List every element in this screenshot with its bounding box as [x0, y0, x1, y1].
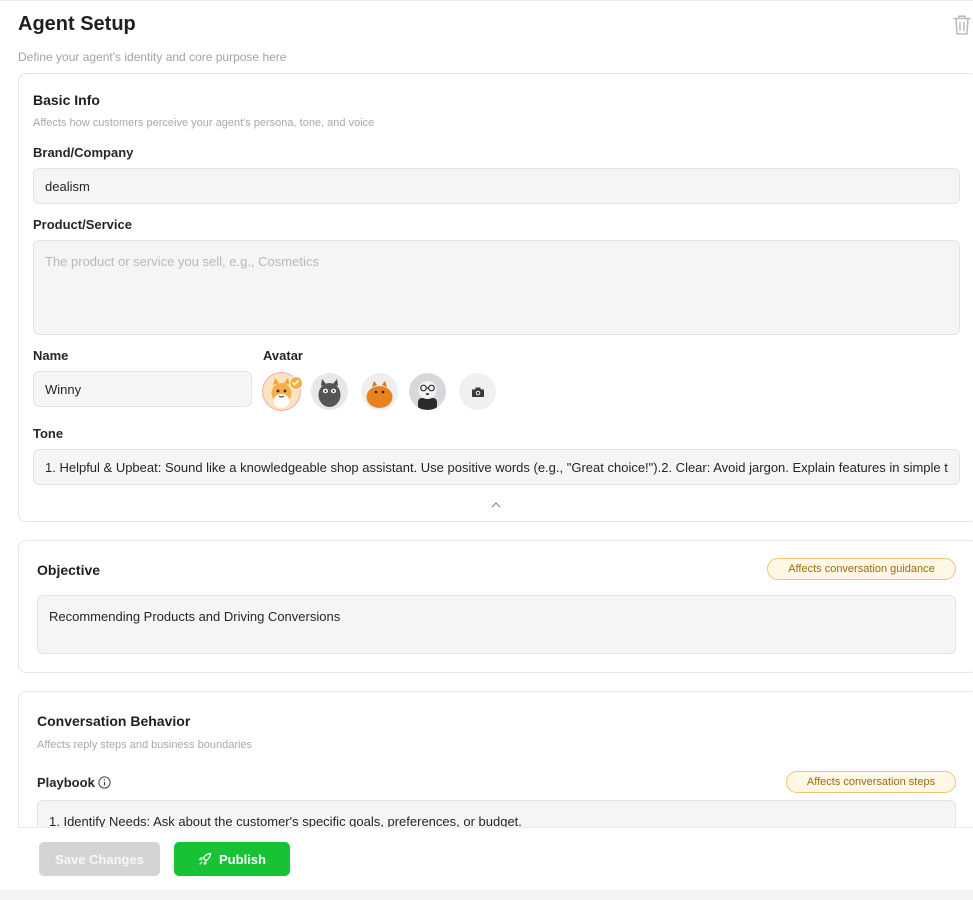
avatar-glasses-icon[interactable]	[409, 373, 446, 410]
save-changes-button[interactable]: Save Changes	[39, 842, 160, 876]
product-label: Product/Service	[33, 217, 132, 232]
name-input[interactable]: Winny	[33, 371, 252, 407]
publish-label: Publish	[219, 851, 266, 867]
avatar-orange-round-icon[interactable]	[361, 373, 398, 410]
tone-label: Tone	[33, 426, 64, 441]
publish-button[interactable]: Publish	[174, 842, 290, 876]
brand-label: Brand/Company	[33, 145, 134, 160]
conversation-behavior-subtitle: Affects reply steps and business boundar…	[37, 739, 253, 751]
objective-textarea[interactable]: Recommending Products and Driving Conver…	[37, 595, 956, 654]
conversation-behavior-title: Conversation Behavior	[37, 713, 191, 729]
product-placeholder: The product or service you sell, e.g., C…	[45, 254, 319, 269]
name-value: Winny	[45, 381, 82, 397]
objective-badge: Affects conversation guidance	[767, 558, 956, 580]
product-textarea[interactable]: The product or service you sell, e.g., C…	[33, 240, 960, 335]
playbook-badge: Affects conversation steps	[786, 771, 956, 793]
page-title: Agent Setup	[18, 13, 136, 35]
chevron-up-icon[interactable]	[489, 500, 503, 510]
playbook-label: Playbook	[37, 775, 95, 790]
camera-icon[interactable]	[459, 373, 496, 410]
page-subtitle: Define your agent's identity and core pu…	[18, 50, 287, 64]
footer-bar	[18, 827, 973, 890]
name-label: Name	[33, 348, 69, 363]
basic-info-subtitle: Affects how customers perceive your agen…	[33, 117, 375, 129]
brand-value: dealism	[45, 178, 90, 194]
tone-input[interactable]: 1. Helpful & Upbeat: Sound like a knowle…	[33, 449, 960, 485]
info-icon[interactable]	[98, 776, 111, 789]
rocket-icon	[199, 852, 212, 865]
objective-title: Objective	[37, 562, 101, 578]
avatar-grey-cat-icon[interactable]	[311, 373, 348, 410]
save-changes-label: Save Changes	[55, 851, 144, 867]
basic-info-title: Basic Info	[33, 92, 100, 108]
objective-value: Recommending Products and Driving Conver…	[49, 609, 341, 624]
trash-icon[interactable]	[951, 13, 973, 37]
selected-check-icon	[289, 376, 303, 390]
avatar-label: Avatar	[263, 348, 303, 363]
tone-value: 1. Helpful & Upbeat: Sound like a knowle…	[45, 459, 948, 475]
brand-input[interactable]: dealism	[33, 168, 960, 204]
